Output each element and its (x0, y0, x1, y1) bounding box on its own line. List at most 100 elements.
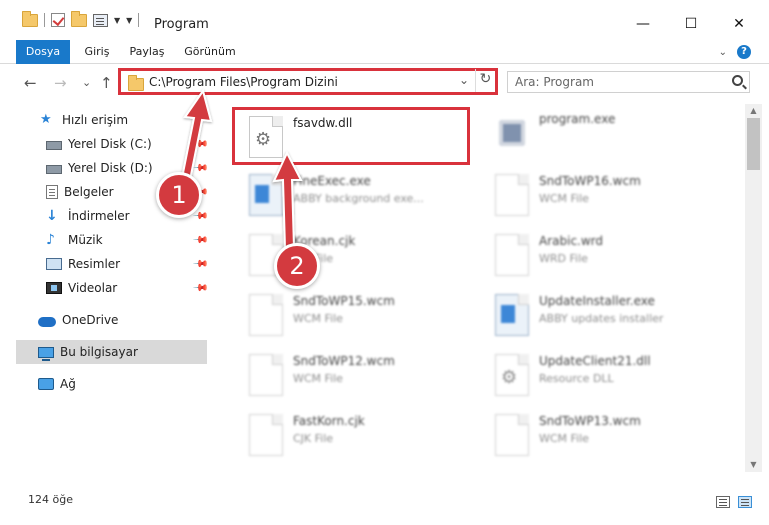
recent-locations-button[interactable]: ⌄ (82, 76, 91, 89)
status-bar: 124 öğe (0, 488, 769, 512)
search-icon[interactable] (732, 75, 743, 86)
file-item[interactable]: Korean.cjk CJK File (235, 228, 480, 284)
file-name: SndToWP13.wcm (539, 414, 641, 428)
back-button[interactable]: ← (24, 74, 37, 92)
file-item[interactable]: program.exe (481, 106, 726, 162)
documents-icon (46, 185, 58, 199)
cloud-icon (38, 316, 56, 327)
file-item[interactable]: UpdateClient21.dll Resource DLL (481, 348, 726, 404)
star-icon: ★ (40, 112, 52, 127)
file-item[interactable]: FineExec.exe ABBY background exe... (235, 168, 480, 224)
downloads-icon: ↓ (46, 208, 58, 224)
chevron-down-icon[interactable]: ▼ (114, 16, 120, 25)
file-type: WCM File (539, 432, 589, 445)
pin-icon[interactable]: 📌 (192, 256, 209, 273)
scroll-down-icon[interactable]: ▼ (745, 458, 762, 472)
view-options-icon[interactable] (93, 13, 108, 27)
address-dropdown-icon[interactable]: ⌄ (459, 73, 469, 87)
details-view-icon[interactable] (716, 496, 730, 508)
file-name: SndToWP16.wcm (539, 174, 641, 188)
file-type: ABBY updates installer (539, 312, 664, 325)
new-folder-icon[interactable] (71, 10, 87, 27)
file-item[interactable]: SndToWP15.wcm WCM File (235, 288, 480, 344)
navigation-pane: ★ Hızlı erişim Yerel Disk (C:) 📌 Yerel D… (0, 104, 210, 472)
folder-icon (22, 10, 38, 27)
scrollbar-thumb[interactable] (747, 118, 760, 170)
file-item[interactable]: Arabic.wrd WRD File (481, 228, 726, 284)
sidebar-item-network[interactable]: Ağ (0, 372, 210, 396)
close-button[interactable]: ✕ (716, 9, 762, 39)
pin-icon[interactable]: 📌 (192, 232, 209, 249)
callout-badge-2: 2 (274, 243, 320, 289)
computer-icon (38, 346, 54, 361)
refresh-button[interactable]: ↻ (475, 69, 495, 92)
pin-icon[interactable]: 📌 (192, 160, 209, 177)
drive-icon (46, 141, 62, 150)
blank-file-icon (495, 414, 529, 456)
sidebar-item-label: Resimler (68, 257, 121, 271)
pin-icon[interactable]: 📌 (192, 280, 209, 297)
tab-share[interactable]: Paylaş (124, 40, 170, 64)
sidebar-item-pictures[interactable]: Resimler 📌 (0, 252, 210, 276)
search-box[interactable]: Ara: Program (507, 71, 750, 93)
file-name: SndToWP12.wcm (293, 354, 395, 368)
sidebar-item-label: Ağ (60, 377, 76, 391)
sidebar-item-label: Yerel Disk (C:) (68, 137, 152, 151)
file-item[interactable]: SndToWP16.wcm WCM File (481, 168, 726, 224)
title-bar: ▼ ▼ Program — ☐ ✕ (0, 0, 769, 40)
sidebar-item-label: Müzik (68, 233, 103, 247)
videos-icon (46, 282, 62, 294)
sidebar-item-label: Hızlı erişim (62, 113, 129, 127)
search-input[interactable]: Ara: Program (515, 75, 594, 89)
folder-icon (128, 75, 144, 91)
blank-file-icon (249, 354, 283, 396)
pin-icon[interactable]: 📌 (192, 136, 209, 153)
customize-toolbar-icon[interactable]: ▼ (126, 16, 132, 25)
tab-home[interactable]: Giriş (80, 40, 114, 64)
tab-view[interactable]: Görünüm (182, 40, 238, 64)
properties-check-icon[interactable] (51, 13, 65, 27)
file-item[interactable]: FastKorn.cjk CJK File (235, 408, 480, 464)
sidebar-item-label: Videolar (68, 281, 118, 295)
sidebar-item-onedrive[interactable]: OneDrive (0, 308, 210, 332)
expand-ribbon-icon[interactable]: ⌄ (719, 47, 727, 58)
application-icon (249, 174, 283, 216)
tiles-view-icon[interactable] (738, 496, 752, 508)
sidebar-item-label: İndirmeler (68, 209, 130, 223)
sidebar-item-local-disk-c[interactable]: Yerel Disk (C:) 📌 (0, 132, 210, 156)
sidebar-item-quick-access[interactable]: ★ Hızlı erişim (0, 108, 210, 132)
scroll-up-icon[interactable]: ▲ (745, 104, 762, 118)
divider (138, 13, 140, 27)
file-type: WRD File (539, 252, 588, 265)
address-bar[interactable]: C:\Program Files\Program Dizini ⌄ ↻ (118, 68, 498, 95)
sidebar-item-this-pc[interactable]: Bu bilgisayar (16, 340, 207, 364)
file-item[interactable]: UpdateInstaller.exe ABBY updates install… (481, 288, 726, 344)
forward-button[interactable]: → (54, 74, 67, 92)
file-name: Arabic.wrd (539, 234, 604, 248)
sidebar-item-music[interactable]: ♪ Müzik 📌 (0, 228, 210, 252)
maximize-button[interactable]: ☐ (668, 9, 714, 39)
help-icon[interactable]: ? (737, 45, 751, 59)
file-type: WCM File (293, 312, 343, 325)
sidebar-item-videos[interactable]: Videolar 📌 (0, 276, 210, 300)
minimize-button[interactable]: — (620, 9, 666, 39)
ribbon-tabs: Dosya Giriş Paylaş Görünüm ⌄ ? (0, 40, 769, 64)
file-name: UpdateInstaller.exe (539, 294, 655, 308)
file-name: program.exe (539, 112, 616, 126)
address-path[interactable]: C:\Program Files\Program Dizini (149, 75, 338, 89)
tab-file[interactable]: Dosya (16, 40, 70, 64)
pictures-icon (46, 258, 62, 270)
callout-badge-1: 1 (156, 172, 202, 218)
file-item[interactable]: SndToWP13.wcm WCM File (481, 408, 726, 464)
up-button[interactable]: ↑ (100, 74, 113, 92)
sidebar-item-label: Yerel Disk (D:) (68, 161, 153, 175)
sidebar-item-label: Belgeler (64, 185, 114, 199)
vertical-scrollbar[interactable]: ▲ ▼ (745, 104, 762, 472)
sidebar-item-label: Bu bilgisayar (60, 345, 138, 359)
file-name: SndToWP15.wcm (293, 294, 395, 308)
file-name: UpdateClient21.dll (539, 354, 651, 368)
divider (44, 13, 45, 27)
file-item[interactable]: SndToWP12.wcm WCM File (235, 348, 480, 404)
blank-file-icon (495, 234, 529, 276)
blank-file-icon (249, 414, 283, 456)
